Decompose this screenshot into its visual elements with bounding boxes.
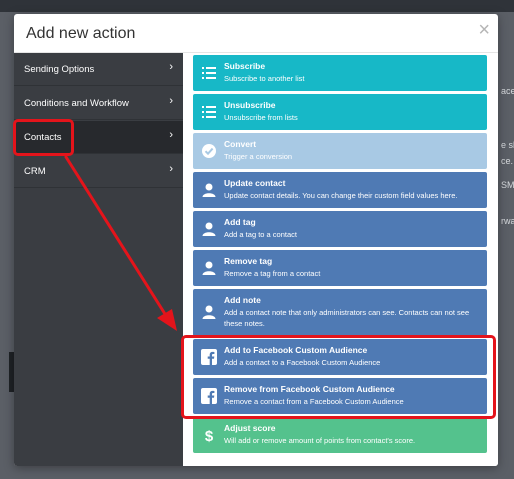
arrow-head <box>157 309 177 331</box>
annotation-arrow <box>64 155 177 331</box>
